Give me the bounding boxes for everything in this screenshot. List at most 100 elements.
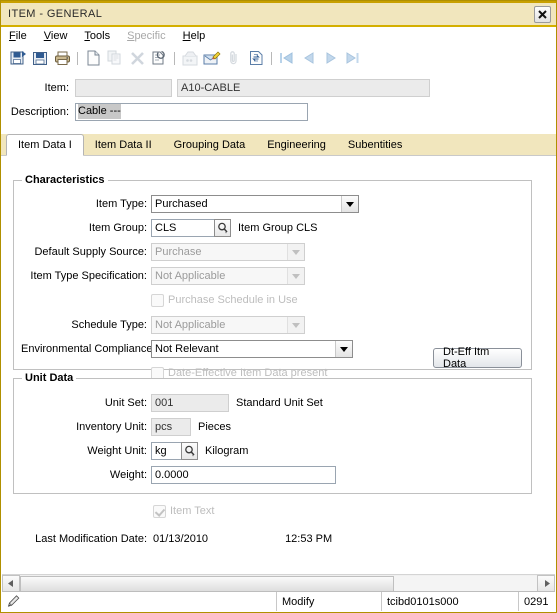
last-record-icon[interactable]: [342, 47, 364, 69]
weight-unit-label: Weight Unit:: [87, 445, 147, 457]
statusbar: Modify tcibd0101s000 0291: [2, 591, 555, 611]
item-row: Item:: [1, 78, 556, 97]
schedule-type-value: Not Applicable: [155, 319, 226, 331]
schedule-type-row: Schedule Type: Not Applicable: [21, 316, 305, 334]
weight-row: Weight:: [21, 466, 336, 484]
chevron-down-icon: [287, 268, 304, 284]
environmental-compliance-select[interactable]: Not Relevant: [151, 340, 353, 358]
chevron-down-icon: [287, 244, 304, 260]
tab-item-data-i[interactable]: Item Data I: [6, 134, 84, 156]
description-input[interactable]: Cable ---: [75, 102, 308, 121]
menu-file[interactable]: File: [7, 29, 29, 43]
menu-view[interactable]: View: [42, 29, 70, 43]
default-supply-source-value: Purchase: [155, 246, 202, 258]
unit-set-description: Standard Unit Set: [236, 397, 323, 409]
item-label: Item:: [44, 81, 69, 94]
first-record-icon[interactable]: [276, 47, 298, 69]
item-type-specification-select[interactable]: Not Applicable: [151, 267, 305, 285]
unit-data-title: Unit Data: [22, 372, 77, 384]
last-modification-row: Last Modification Date: 01/13/2010 12:53…: [21, 530, 332, 548]
tab-strip: Item Data I Item Data II Grouping Data E…: [1, 134, 556, 156]
default-supply-source-row: Default Supply Source: Purchase: [21, 243, 305, 261]
default-supply-source-select[interactable]: Purchase: [151, 243, 305, 261]
tab-label: Engineering: [267, 139, 326, 151]
item-text-label: Item Text: [170, 505, 215, 517]
scroll-left-icon[interactable]: [2, 574, 20, 592]
search-icon[interactable]: [214, 219, 231, 237]
characteristics-title: Characteristics: [22, 174, 108, 186]
last-modification-date: 01/13/2010: [153, 533, 209, 545]
purchase-schedule-label: Purchase Schedule in Use: [168, 294, 298, 306]
item-type-specification-label: Item Type Specification:: [30, 270, 147, 282]
menu-specific: Specific: [127, 30, 166, 42]
purchase-schedule-checkbox[interactable]: [151, 293, 164, 307]
edit-note-icon[interactable]: [201, 47, 223, 69]
previous-record-icon[interactable]: [298, 47, 320, 69]
menubar: File View Tools Specific Help: [1, 27, 556, 45]
unit-set-row: Unit Set: Standard Unit Set: [21, 394, 323, 412]
item-type-select[interactable]: Purchased: [151, 195, 359, 213]
last-modification-label: Last Modification Date:: [35, 533, 147, 545]
chevron-down-icon: [341, 196, 358, 212]
tab-engineering[interactable]: Engineering: [256, 135, 337, 155]
inventory-unit-row: Inventory Unit: Pieces: [21, 418, 231, 436]
next-record-icon[interactable]: [320, 47, 342, 69]
refresh-document-icon[interactable]: [245, 47, 267, 69]
close-icon[interactable]: [534, 6, 551, 23]
horizontal-scrollbar[interactable]: [2, 574, 555, 593]
item-type-value: Purchased: [155, 198, 208, 210]
unit-set-input[interactable]: [151, 394, 229, 412]
default-supply-source-label: Default Supply Source:: [34, 246, 147, 258]
item-type-label: Item Type:: [95, 198, 147, 210]
statusbar-mode: Modify: [277, 592, 382, 611]
environmental-compliance-row: Environmental Compliance: Not Relevant: [21, 340, 353, 358]
inventory-unit-description: Pieces: [198, 421, 232, 433]
schedule-type-select[interactable]: Not Applicable: [151, 316, 305, 334]
statusbar-edit-mode-cell: [2, 592, 277, 611]
chevron-down-icon: [287, 317, 304, 333]
description-label: Description:: [10, 105, 69, 118]
schedule-type-label: Schedule Type:: [71, 319, 147, 331]
toolbar: [1, 45, 556, 72]
save-icon[interactable]: [29, 47, 51, 69]
item-text-checkbox[interactable]: [153, 504, 166, 518]
scroll-right-icon[interactable]: [537, 574, 555, 592]
pencil-icon: [7, 595, 20, 607]
scrollbar-thumb[interactable]: [20, 575, 395, 593]
scrollbar-track[interactable]: [20, 575, 537, 593]
purchase-schedule-checkbox-row[interactable]: Purchase Schedule in Use: [151, 291, 298, 309]
separator-1: [73, 47, 82, 69]
item-text-checkbox-row[interactable]: Item Text: [153, 502, 214, 520]
weight-unit-browse: [151, 442, 198, 460]
tab-label: Subentities: [347, 139, 403, 151]
save-and-new-icon[interactable]: [7, 47, 29, 69]
item-group-input[interactable]: [151, 219, 214, 237]
find-icon: [179, 47, 201, 69]
environmental-compliance-value: Not Relevant: [155, 343, 219, 355]
tab-grouping-data[interactable]: Grouping Data: [163, 135, 257, 155]
statusbar-session: tcibd0101s000: [382, 592, 519, 611]
new-document-icon[interactable]: [82, 47, 104, 69]
weight-unit-row: Weight Unit: Kilogram: [21, 442, 248, 460]
inventory-unit-input[interactable]: [151, 418, 191, 436]
weight-unit-description: Kilogram: [205, 445, 249, 457]
weight-label: Weight:: [109, 469, 147, 481]
item-value-input[interactable]: [177, 78, 430, 97]
tab-subentities[interactable]: Subentities: [337, 135, 413, 155]
unit-set-label: Unit Set:: [104, 397, 147, 409]
menu-tools[interactable]: Tools: [82, 29, 112, 43]
item-general-window: ITEM - GENERAL File View Tools Specific …: [0, 0, 557, 613]
copy-icon: [104, 47, 126, 69]
dt-eff-itm-data-button[interactable]: Dt-Eff Itm Data: [433, 346, 522, 370]
tab-label: Item Data II: [94, 139, 152, 151]
weight-input[interactable]: [151, 466, 336, 484]
menu-help[interactable]: Help: [181, 29, 208, 43]
chevron-down-icon: [335, 341, 352, 357]
print-icon[interactable]: [51, 47, 73, 69]
rotate-document-icon[interactable]: [148, 47, 170, 69]
item-code-input[interactable]: [75, 78, 172, 97]
weight-unit-input[interactable]: [151, 442, 181, 460]
search-icon[interactable]: [181, 442, 198, 460]
tab-item-data-ii[interactable]: Item Data II: [84, 135, 163, 155]
item-type-row: Item Type: Purchased: [21, 195, 359, 213]
